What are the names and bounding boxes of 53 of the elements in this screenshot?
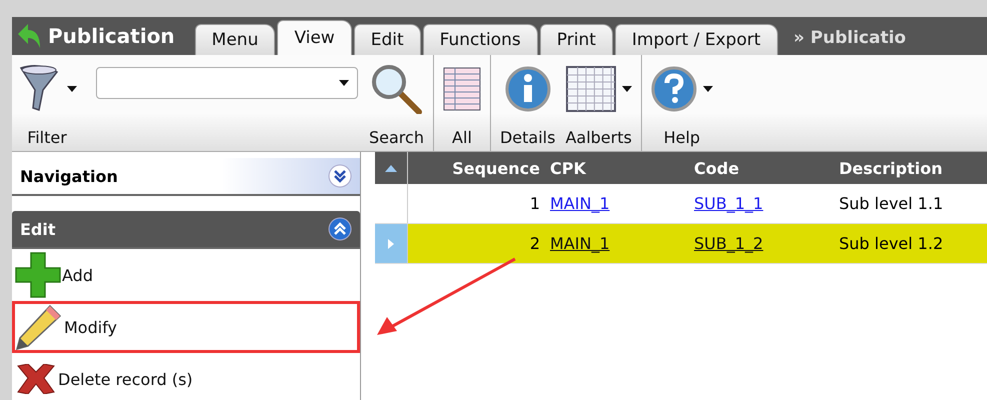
- sidebar-item[interactable]: Modify: [12, 301, 360, 353]
- table-link[interactable]: SUB_1_2: [694, 234, 764, 253]
- table-cell-text: Sub level 1.1: [838, 194, 944, 213]
- table-link[interactable]: MAIN_1: [550, 194, 610, 213]
- back-arrow-icon[interactable]: [16, 22, 42, 50]
- toolbar-button[interactable]: Details: [490, 55, 560, 151]
- sidebar-item[interactable]: Delete record (s): [12, 353, 360, 400]
- tab[interactable]: Menu: [194, 24, 276, 55]
- grid-icon: [566, 66, 616, 112]
- sidebar-item[interactable]: Add: [12, 249, 360, 301]
- toolbar-button[interactable]: Aalberts: [560, 55, 637, 151]
- panel-title: Navigation: [20, 166, 118, 186]
- table-cell-text: Sub level 1.2: [838, 234, 944, 253]
- current-row-icon: [388, 238, 394, 248]
- table-link[interactable]: MAIN_1: [550, 234, 610, 253]
- dropdown-caret-icon[interactable]: [622, 86, 632, 92]
- table-icon: [442, 67, 481, 111]
- panel-header[interactable]: Edit: [12, 211, 360, 249]
- search-icon: [369, 64, 424, 114]
- funnel-icon: [17, 64, 61, 114]
- toolbar-button[interactable]: All: [432, 55, 486, 151]
- expand-icon[interactable]: [328, 164, 352, 188]
- table-row[interactable]: 2 MAIN_1 SUB_1_2 Sub level 1.2: [375, 224, 987, 264]
- plus-icon: [14, 251, 62, 299]
- tab[interactable]: View: [277, 20, 352, 55]
- sort-ascending-icon[interactable]: [385, 164, 397, 172]
- tab[interactable]: Print: [540, 24, 613, 55]
- delete-icon: [14, 364, 58, 394]
- toolbar-button[interactable]: Filter: [12, 55, 82, 151]
- column-header[interactable]: Description: [837, 158, 987, 178]
- tab[interactable]: Functions: [422, 24, 538, 55]
- table-cell-text: 1: [528, 194, 541, 213]
- breadcrumb: » Publicatio: [792, 28, 906, 50]
- column-header[interactable]: CPK: [548, 158, 692, 178]
- panel-header[interactable]: Navigation: [12, 158, 360, 196]
- tab[interactable]: Import / Export: [614, 24, 778, 55]
- info-icon: [504, 66, 551, 112]
- dropdown-caret-icon[interactable]: [67, 86, 77, 92]
- dropdown-caret-icon[interactable]: [339, 80, 349, 86]
- filter-combo-field[interactable]: [96, 67, 358, 99]
- panel-title: Edit: [20, 220, 56, 238]
- collapse-icon[interactable]: [328, 217, 352, 241]
- column-header[interactable]: Code: [692, 158, 837, 178]
- help-icon: [650, 66, 697, 112]
- app-title: Publication: [48, 24, 175, 48]
- pencil-icon: [14, 302, 64, 352]
- table-link[interactable]: SUB_1_1: [694, 194, 764, 213]
- dropdown-caret-icon[interactable]: [702, 86, 713, 92]
- table-cell-text: 2: [528, 234, 541, 253]
- tab[interactable]: Edit: [354, 24, 421, 55]
- toolbar-button[interactable]: Search: [364, 55, 429, 151]
- column-header[interactable]: Sequence: [408, 158, 548, 178]
- toolbar-button[interactable]: Help: [640, 55, 718, 151]
